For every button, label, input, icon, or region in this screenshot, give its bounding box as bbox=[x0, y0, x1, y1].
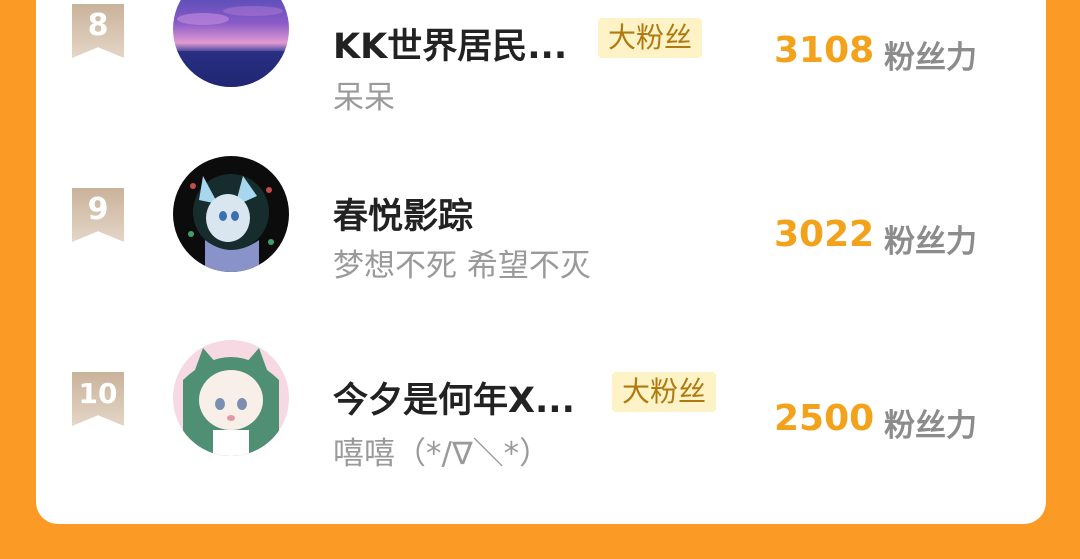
rank-number: 8 bbox=[87, 8, 109, 43]
user-name[interactable]: 今夕是何年X... bbox=[333, 372, 575, 423]
fan-ranking-card: 8 KK世界居民... 大粉丝 呆呆 3108 粉丝力 9 春悦影踪 梦想不死 … bbox=[36, 0, 1046, 524]
fan-power-score: 2500 bbox=[774, 398, 875, 439]
fan-power-unit: 粉丝力 bbox=[884, 224, 977, 260]
ranking-row-8[interactable]: 8 KK世界居民... 大粉丝 呆呆 3108 粉丝力 bbox=[36, 0, 1046, 116]
avatar[interactable] bbox=[173, 156, 289, 272]
big-fan-badge: 大粉丝 bbox=[598, 18, 703, 58]
user-name[interactable]: KK世界居民... bbox=[333, 18, 567, 69]
rank-ribbon-icon: 10 bbox=[72, 372, 124, 426]
fan-power-unit: 粉丝力 bbox=[884, 408, 977, 444]
avatar-anime-character-image bbox=[173, 156, 289, 272]
big-fan-badge: 大粉丝 bbox=[612, 372, 717, 412]
rank-number: 10 bbox=[78, 377, 118, 410]
user-signature: 梦想不死 希望不灭 bbox=[333, 248, 591, 284]
user-signature: 嘻嘻（*/∇＼*） bbox=[333, 436, 551, 472]
fan-power-unit: 粉丝力 bbox=[884, 40, 977, 76]
ranking-row-9[interactable]: 9 春悦影踪 梦想不死 希望不灭 3022 粉丝力 bbox=[36, 144, 1046, 284]
rank-ribbon-icon: 9 bbox=[72, 188, 124, 242]
avatar[interactable] bbox=[173, 0, 289, 87]
rank-ribbon-icon: 8 bbox=[72, 4, 124, 58]
user-signature: 呆呆 bbox=[333, 80, 395, 116]
fan-power-score: 3108 bbox=[774, 30, 875, 71]
avatar-sunset-image bbox=[173, 0, 289, 87]
fan-power-score: 3022 bbox=[774, 214, 875, 255]
ranking-row-10[interactable]: 10 今夕是何年X... 大粉丝 嘻嘻（*/∇＼*） 2500 粉丝力 bbox=[36, 328, 1046, 472]
user-name[interactable]: 春悦影踪 bbox=[333, 188, 473, 239]
avatar-chibi-character-image bbox=[173, 340, 289, 456]
rank-number: 9 bbox=[87, 192, 109, 227]
avatar[interactable] bbox=[173, 340, 289, 456]
